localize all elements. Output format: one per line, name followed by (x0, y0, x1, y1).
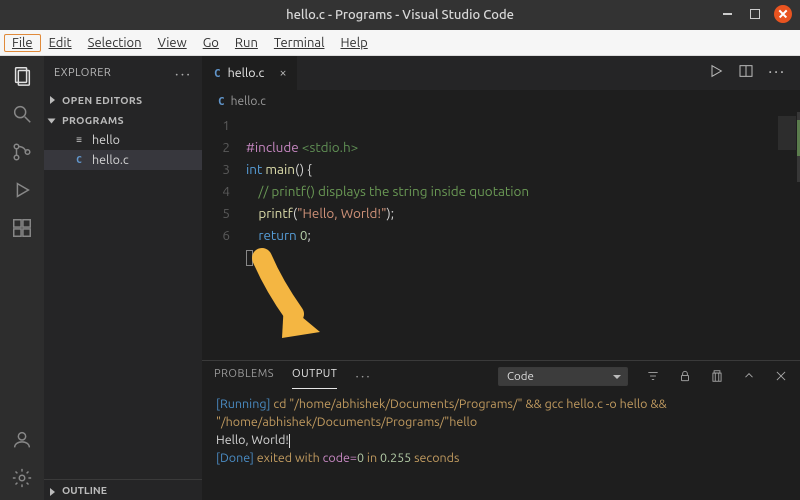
file-item-hello-c[interactable]: C hello.c (44, 150, 202, 170)
editor-group: C hello.c × ··· C hello.c 1 2 3 4 5 6 (202, 56, 800, 500)
close-tab-icon[interactable]: × (279, 66, 286, 80)
extensions-icon[interactable] (10, 216, 34, 240)
filter-icon[interactable] (646, 369, 660, 383)
breadcrumb[interactable]: C hello.c (202, 90, 800, 112)
line-gutter: 1 2 3 4 5 6 (202, 112, 246, 360)
menu-edit[interactable]: Edit (41, 34, 80, 52)
explorer-sidebar: EXPLORER ··· OPEN EDITORS PROGRAMS ≡ hel… (44, 56, 202, 500)
explorer-title: EXPLORER (54, 67, 111, 79)
run-icon[interactable] (708, 63, 724, 83)
menu-help[interactable]: Help (332, 34, 375, 52)
open-editors-section[interactable]: OPEN EDITORS (44, 90, 202, 110)
maximize-button[interactable] (746, 5, 764, 23)
title-bar: hello.c - Programs - Visual Studio Code (0, 0, 800, 30)
panel-more-tabs-icon[interactable]: ··· (355, 368, 371, 384)
panel-tab-output[interactable]: OUTPUT (292, 364, 337, 389)
window-title: hello.c - Programs - Visual Studio Code (286, 8, 514, 22)
code-editor[interactable]: 1 2 3 4 5 6 #include <stdio.h> int main(… (202, 112, 800, 360)
menu-view[interactable]: View (150, 34, 195, 52)
panel-tab-problems[interactable]: PROBLEMS (214, 364, 274, 388)
menu-file[interactable]: File (4, 34, 41, 52)
menu-terminal[interactable]: Terminal (266, 34, 333, 52)
close-window-button[interactable] (774, 5, 792, 23)
explorer-more-icon[interactable]: ··· (175, 65, 192, 82)
account-icon[interactable] (10, 428, 34, 452)
explorer-icon[interactable] (10, 64, 34, 88)
explorer-header: EXPLORER ··· (44, 56, 202, 90)
settings-gear-icon[interactable] (10, 466, 34, 490)
breadcrumb-file: hello.c (231, 95, 266, 108)
editor-actions: ··· (708, 63, 800, 83)
editor-more-icon[interactable]: ··· (768, 63, 786, 83)
panel-tabs: PROBLEMS OUTPUT ··· Code (202, 361, 800, 391)
output-cursor (289, 434, 291, 448)
clear-output-icon[interactable] (710, 369, 724, 383)
maximize-panel-icon[interactable] (742, 369, 756, 383)
lock-icon[interactable] (678, 369, 692, 383)
tab-bar: C hello.c × ··· (202, 56, 800, 90)
file-icon: ≡ (72, 133, 86, 147)
search-icon[interactable] (10, 102, 34, 126)
outline-section[interactable]: OUTLINE (44, 479, 202, 500)
tab-label: hello.c (228, 66, 265, 80)
activity-bar (0, 56, 44, 500)
window-controls (718, 5, 792, 23)
menu-bar: File Edit Selection View Go Run Terminal… (0, 30, 800, 56)
split-editor-icon[interactable] (738, 63, 754, 83)
code-content[interactable]: #include <stdio.h> int main() { // print… (246, 112, 529, 360)
c-file-icon: C (72, 153, 86, 167)
close-panel-icon[interactable] (774, 369, 788, 383)
output-channel-dropdown[interactable]: Code (498, 367, 628, 386)
bottom-panel: PROBLEMS OUTPUT ··· Code [Running] cd "/… (202, 360, 800, 500)
output-body[interactable]: [Running] cd "/home/abhishek/Documents/P… (202, 391, 800, 500)
file-name: hello (92, 133, 120, 147)
project-section[interactable]: PROGRAMS (44, 110, 202, 130)
menu-run[interactable]: Run (227, 34, 266, 52)
run-debug-icon[interactable] (10, 178, 34, 202)
minimize-button[interactable] (718, 5, 736, 23)
c-file-icon: C (214, 67, 221, 80)
main-area: EXPLORER ··· OPEN EDITORS PROGRAMS ≡ hel… (0, 56, 800, 500)
menu-selection[interactable]: Selection (80, 34, 150, 52)
source-control-icon[interactable] (10, 140, 34, 164)
minimap[interactable] (774, 112, 800, 360)
file-item-hello[interactable]: ≡ hello (44, 130, 202, 150)
c-file-icon: C (218, 95, 225, 108)
cursor (246, 250, 253, 266)
file-name: hello.c (92, 153, 129, 167)
menu-go[interactable]: Go (195, 34, 227, 52)
tab-hello-c[interactable]: C hello.c × (202, 56, 298, 90)
